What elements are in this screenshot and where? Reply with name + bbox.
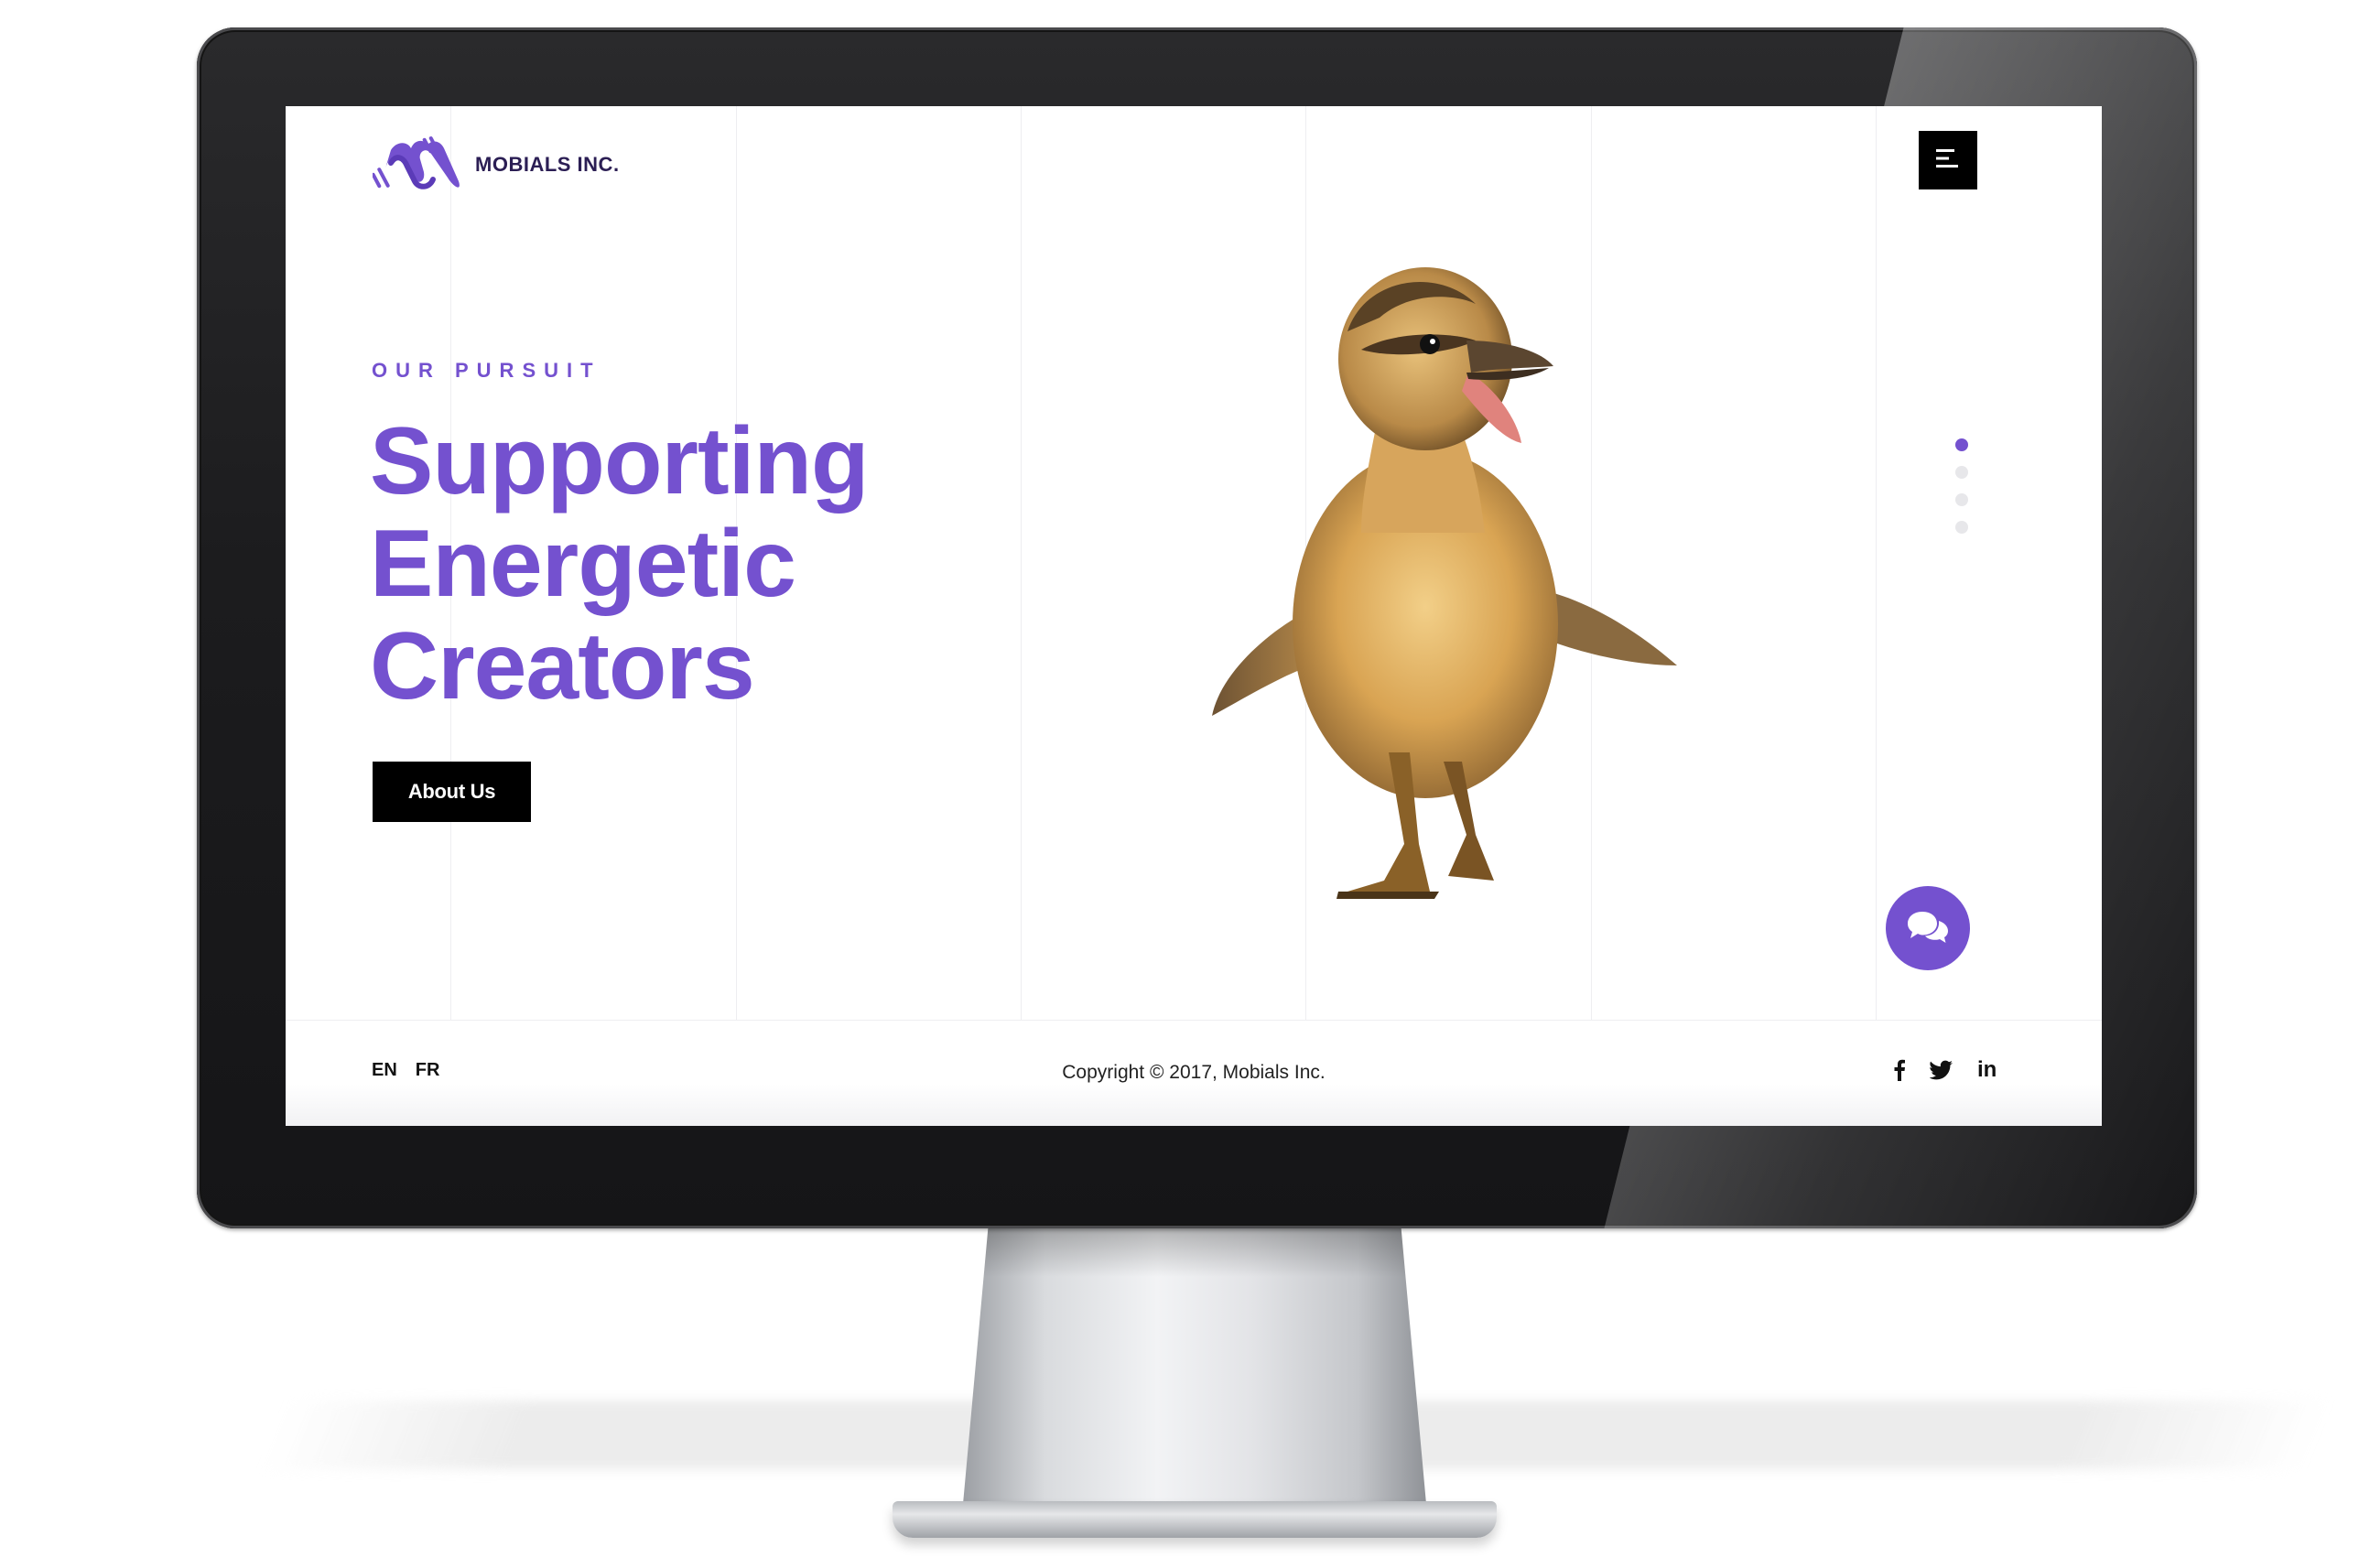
duckling-image	[1212, 267, 1677, 899]
social-links: in	[1893, 1057, 1997, 1083]
slider-dot[interactable]	[1955, 466, 1968, 479]
hamburger-menu-icon	[1936, 148, 1960, 173]
chat-bubbles-icon	[1906, 908, 1950, 949]
chat-button[interactable]	[1886, 886, 1970, 970]
headline-line: Energetic	[370, 511, 796, 617]
slider-pagination	[1955, 438, 1968, 534]
facebook-icon[interactable]	[1893, 1059, 1906, 1081]
about-us-button[interactable]: About Us	[373, 762, 531, 822]
website-screen: MOBIALS INC. OUR PURSUIT Supporting Ener…	[286, 106, 2102, 1126]
grid-line	[1876, 106, 1877, 1020]
headline-line: Creators	[370, 613, 755, 719]
menu-button[interactable]	[1919, 131, 1977, 189]
twitter-icon[interactable]	[1930, 1060, 1953, 1080]
linkedin-icon[interactable]: in	[1977, 1057, 1997, 1083]
brand-logo[interactable]: MOBIALS INC.	[373, 135, 620, 194]
slider-dot[interactable]	[1955, 438, 1968, 451]
hero-eyebrow: OUR PURSUIT	[372, 359, 601, 382]
monitor-stand-base	[893, 1501, 1497, 1538]
headline-line: Supporting	[370, 408, 870, 514]
grid-line	[1021, 106, 1022, 1020]
mobials-logo-icon	[373, 135, 462, 194]
monitor-stand-neck	[961, 1222, 1428, 1524]
slider-dot[interactable]	[1955, 521, 1968, 534]
brand-name: MOBIALS INC.	[475, 153, 620, 176]
product-mockup: MOBIALS INC. OUR PURSUIT Supporting Ener…	[0, 0, 2370, 1568]
site-footer: EN FR Copyright © 2017, Mobials Inc. in	[286, 1020, 2102, 1126]
slider-dot[interactable]	[1955, 493, 1968, 506]
hero-headline: Supporting Energetic Creators	[370, 408, 870, 719]
copyright-text: Copyright © 2017, Mobials Inc.	[1062, 1062, 1326, 1083]
